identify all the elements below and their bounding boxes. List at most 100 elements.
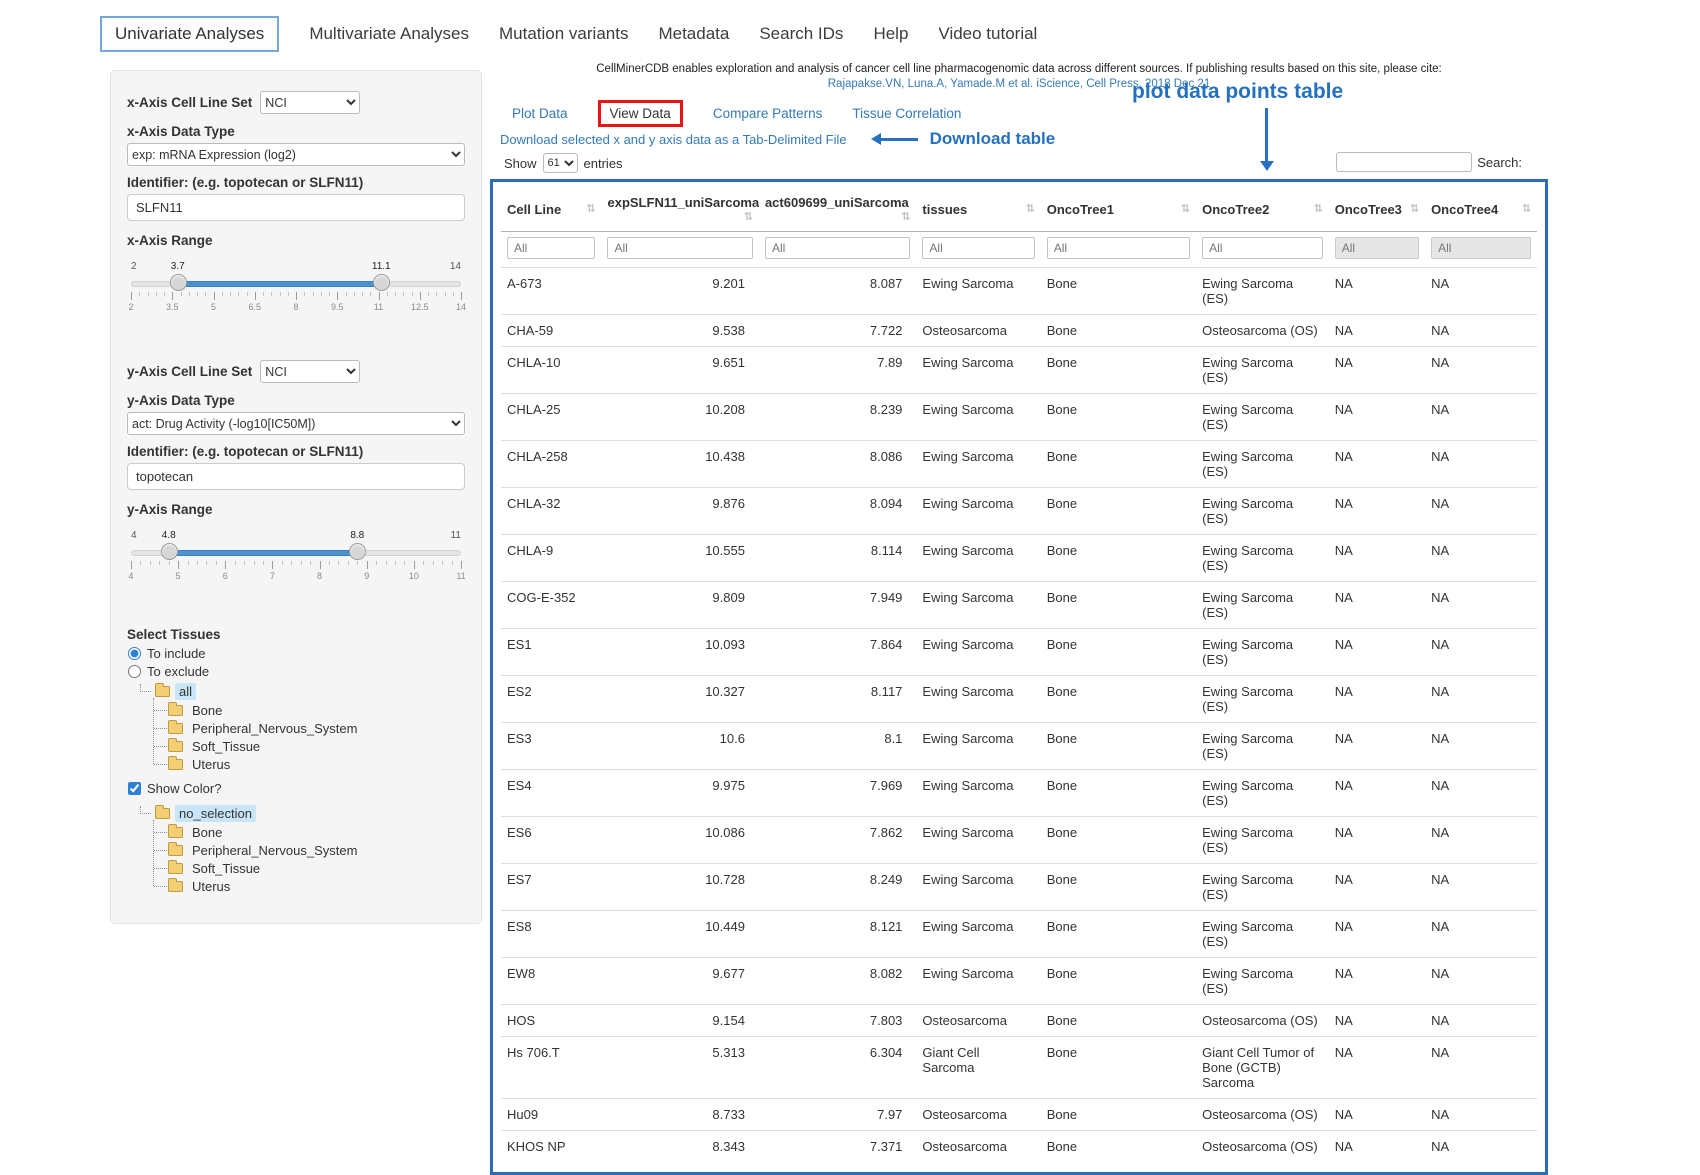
to-include-radio[interactable] (128, 647, 141, 660)
column-header-expslfn11-unisarcoma[interactable]: expSLFN11_uniSarcoma⇅ (601, 186, 758, 232)
column-header-oncotree2[interactable]: OncoTree2⇅ (1196, 186, 1329, 232)
table-cell: Giant Cell Tumor of Bone (GCTB) Sarcoma (1196, 1037, 1329, 1099)
tree-node-peripheral-nervous-system[interactable]: Peripheral_Nervous_System (148, 841, 465, 859)
table-cell: Ewing Sarcoma (916, 268, 1040, 315)
table-row: CHLA-2510.2088.239Ewing SarcomaBoneEwing… (501, 394, 1537, 441)
table-cell: NA (1425, 723, 1537, 770)
filter-cell (601, 232, 758, 268)
table-cell: 8.1 (759, 723, 916, 770)
download-link[interactable]: Download selected x and y axis data as a… (500, 132, 847, 147)
radio-row-to-exclude[interactable]: To exclude (128, 664, 465, 679)
entries-select[interactable]: 61 (543, 153, 578, 173)
x-range-slider[interactable]: 2 14 3.7 11.1 23.556.589.51112.514 (131, 260, 461, 312)
filter-cell (1329, 232, 1425, 268)
column-filter-input[interactable] (507, 237, 595, 259)
nav-tab-multivariate-analyses[interactable]: Multivariate Analyses (309, 24, 469, 44)
slider-range-bar[interactable] (169, 550, 358, 556)
table-row: ES210.3278.117Ewing SarcomaBoneEwing Sar… (501, 676, 1537, 723)
table-cell: NA (1425, 441, 1537, 488)
nav-tab-search-ids[interactable]: Search IDs (759, 24, 843, 44)
column-filter-input[interactable] (765, 237, 910, 259)
tree-node-soft-tissue[interactable]: Soft_Tissue (148, 737, 465, 755)
nav-tab-video-tutorial[interactable]: Video tutorial (938, 24, 1037, 44)
table-cell: NA (1329, 723, 1425, 770)
table-cell: NA (1329, 315, 1425, 347)
x-cell-line-set-select[interactable]: NCI (260, 91, 360, 114)
table-cell: Bone (1041, 1099, 1196, 1131)
column-header-cell-line[interactable]: Cell Line⇅ (501, 186, 601, 232)
table-cell: Bone (1041, 629, 1196, 676)
subtab-tissue-correlation[interactable]: Tissue Correlation (852, 106, 961, 121)
table-cell: Bone (1041, 723, 1196, 770)
column-filter-input[interactable] (922, 237, 1034, 259)
table-cell: 10.208 (601, 394, 758, 441)
nav-tab-mutation-variants[interactable]: Mutation variants (499, 24, 628, 44)
column-header-act609699-unisarcoma[interactable]: act609699_uniSarcoma⇅ (759, 186, 916, 232)
tree-node-bone[interactable]: Bone (148, 701, 465, 719)
tree-node-peripheral-nervous-system[interactable]: Peripheral_Nervous_System (148, 719, 465, 737)
table-cell: Ewing Sarcoma (ES) (1196, 488, 1329, 535)
table-row: ES310.68.1Ewing SarcomaBoneEwing Sarcoma… (501, 723, 1537, 770)
table-cell: Ewing Sarcoma (916, 535, 1040, 582)
table-row: EW89.6778.082Ewing SarcomaBoneEwing Sarc… (501, 958, 1537, 1005)
tree-node-bone[interactable]: Bone (148, 823, 465, 841)
table-row: ES710.7288.249Ewing SarcomaBoneEwing Sar… (501, 864, 1537, 911)
table-cell: 9.651 (601, 347, 758, 394)
table-cell: Bone (1041, 582, 1196, 629)
tree-node-soft-tissue[interactable]: Soft_Tissue (148, 859, 465, 877)
column-filter-input[interactable] (1202, 237, 1323, 259)
y-identifier-input[interactable] (127, 463, 465, 490)
column-header-tissues[interactable]: tissues⇅ (916, 186, 1040, 232)
nav-tab-help[interactable]: Help (873, 24, 908, 44)
y-range-slider[interactable]: 4 11 4.8 8.8 4567891011 (131, 529, 461, 581)
slider-handle-to[interactable] (349, 543, 366, 560)
column-header-oncotree1[interactable]: OncoTree1⇅ (1041, 186, 1196, 232)
radio-row-to-include[interactable]: To include (128, 646, 465, 661)
column-filter-input[interactable] (607, 237, 752, 259)
to-exclude-radio[interactable] (128, 665, 141, 678)
subtab-plot-data[interactable]: Plot Data (512, 106, 568, 121)
folder-icon (155, 808, 170, 819)
y-cell-line-set-group: y-Axis Cell Line Set NCI (127, 360, 465, 383)
subtab-compare-patterns[interactable]: Compare Patterns (713, 106, 823, 121)
table-cell: ES7 (501, 864, 601, 911)
table-cell: 7.97 (759, 1099, 916, 1131)
table-cell: 9.201 (601, 268, 758, 315)
table-cell: 7.722 (759, 315, 916, 347)
slider-range-bar[interactable] (178, 281, 382, 287)
table-cell: 9.538 (601, 315, 758, 347)
table-cell: Ewing Sarcoma (ES) (1196, 958, 1329, 1005)
table-cell: 9.809 (601, 582, 758, 629)
tree-node-no-selection[interactable]: no_selection (140, 804, 465, 823)
table-cell: Ewing Sarcoma (916, 347, 1040, 394)
column-filter-input[interactable] (1047, 237, 1190, 259)
x-data-type-select[interactable]: exp: mRNA Expression (log2) (127, 143, 465, 166)
nav-tab-metadata[interactable]: Metadata (658, 24, 729, 44)
subtab-view-data[interactable]: View Data (598, 100, 683, 127)
folder-icon (168, 759, 183, 770)
table-cell: 8.114 (759, 535, 916, 582)
slider-handle-from[interactable] (161, 543, 178, 560)
tree-node-all[interactable]: all (140, 682, 465, 701)
column-header-oncotree4[interactable]: OncoTree4⇅ (1425, 186, 1537, 232)
show-color-checkbox[interactable] (128, 782, 141, 795)
nav-tab-univariate-analyses[interactable]: Univariate Analyses (100, 16, 279, 52)
table-cell: Osteosarcoma (916, 1131, 1040, 1163)
show-color-row[interactable]: Show Color? (128, 781, 465, 796)
slider-handle-from[interactable] (170, 274, 187, 291)
search-group: Search: (1336, 152, 1522, 172)
slider-handle-to[interactable] (373, 274, 390, 291)
x-identifier-input[interactable] (127, 194, 465, 221)
y-cell-line-set-select[interactable]: NCI (260, 360, 360, 383)
table-cell: NA (1329, 488, 1425, 535)
search-input[interactable] (1336, 152, 1472, 172)
table-cell: Osteosarcoma (916, 1099, 1040, 1131)
y-data-type-select[interactable]: act: Drug Activity (-log10[IC50M]) (127, 412, 465, 435)
table-cell: NA (1425, 817, 1537, 864)
slider-to-label: 8.8 (350, 530, 364, 541)
tree-node-uterus[interactable]: Uterus (148, 877, 465, 895)
column-header-oncotree3[interactable]: OncoTree3⇅ (1329, 186, 1425, 232)
annotation-table-frame: Cell Line⇅expSLFN11_uniSarcoma⇅act609699… (490, 179, 1548, 1175)
table-cell: Ewing Sarcoma (ES) (1196, 347, 1329, 394)
tree-node-uterus[interactable]: Uterus (148, 755, 465, 773)
